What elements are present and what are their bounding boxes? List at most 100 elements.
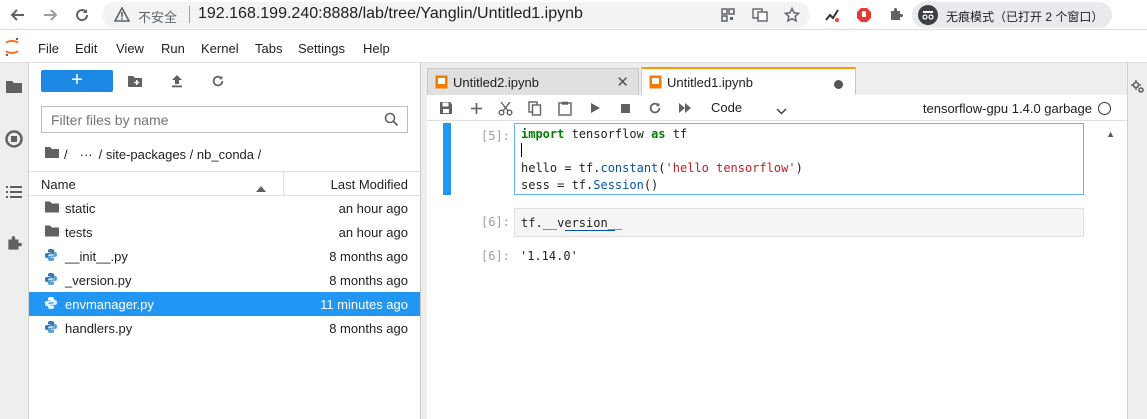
file-row[interactable]: handlers.py 8 months ago <box>29 316 420 340</box>
upload-icon[interactable] <box>168 72 186 90</box>
extension-manager-puzzle-icon[interactable] <box>4 234 24 254</box>
file-row[interactable]: static an hour ago <box>29 196 420 220</box>
running-sessions-icon[interactable] <box>4 129 24 149</box>
bookmark-star-icon[interactable] <box>782 5 802 25</box>
file-name: envmanager.py <box>65 297 154 312</box>
menu-run[interactable]: Run <box>161 41 185 56</box>
cell-input-prompt: [5]: <box>481 129 510 143</box>
copy-icon[interactable] <box>526 99 544 117</box>
jupyter-logo-icon <box>4 37 20 60</box>
back-icon[interactable] <box>6 3 30 27</box>
fast-forward-icon[interactable] <box>676 99 694 117</box>
kernel-name[interactable]: tensorflow-gpu 1.4.0 garbage <box>923 101 1092 116</box>
menu-kernel[interactable]: Kernel <box>201 41 239 56</box>
menu-view[interactable]: View <box>116 41 144 56</box>
text-cursor <box>521 143 522 157</box>
extension-chart-icon[interactable] <box>822 5 842 25</box>
column-divider[interactable] <box>283 172 284 196</box>
tab-untitled2[interactable]: Untitled2.ipynb ✕ <box>427 68 639 95</box>
qr-code-icon[interactable] <box>718 5 738 25</box>
file-name: static <box>65 201 96 216</box>
python-file-icon <box>44 272 60 288</box>
cell-output: '1.14.0' <box>520 249 578 263</box>
translate-icon[interactable] <box>750 5 770 25</box>
file-filter-input[interactable] <box>42 107 362 132</box>
code-token: ( <box>658 161 666 175</box>
code-line: hello = tf.constant('hello tensorflow') <box>521 161 803 175</box>
code-token: tensorflow <box>564 127 652 141</box>
sort-ascending-icon[interactable] <box>256 180 266 195</box>
extensions-puzzle-icon[interactable] <box>886 5 906 25</box>
menu-settings[interactable]: Settings <box>298 41 345 56</box>
tab-label: Untitled2.ipynb <box>453 75 539 90</box>
code-line: sess = tf.Session() <box>521 178 658 192</box>
incognito-label: 无痕模式（已打开 2 个窗口） <box>946 10 1104 24</box>
run-icon[interactable] <box>586 99 604 117</box>
refresh-icon[interactable] <box>209 72 227 90</box>
file-row[interactable]: envmanager.py 11 minutes ago <box>29 292 420 316</box>
left-sidebar <box>0 63 29 419</box>
code-cell-editor[interactable]: import tensorflow as tf hello = tf.consta… <box>514 123 1084 195</box>
extension-adblock-icon[interactable] <box>854 5 874 25</box>
file-row[interactable]: tests an hour ago <box>29 220 420 244</box>
restart-kernel-icon[interactable] <box>646 99 664 117</box>
code-line: tf.__version__ <box>521 216 623 230</box>
file-name: tests <box>65 225 93 240</box>
name-column-header[interactable]: Name <box>41 177 76 192</box>
cut-icon[interactable] <box>496 99 514 117</box>
file-browser-panel: + / ··· / site-packages / nb_conda / Nam… <box>29 63 421 419</box>
new-launcher-button[interactable]: + <box>41 70 113 92</box>
active-cell-indicator <box>443 123 451 195</box>
code-cell-editor[interactable]: tf.__version__ <box>514 208 1084 237</box>
menu-file[interactable]: File <box>38 41 59 56</box>
python-file-icon <box>44 248 60 264</box>
cell-input-prompt: [6]: <box>481 215 510 229</box>
file-row[interactable]: _version.py 8 months ago <box>29 268 420 292</box>
file-name: __init__.py <box>65 249 128 264</box>
reload-icon[interactable] <box>70 3 94 27</box>
cell-type-dropdown[interactable]: Code <box>711 98 795 118</box>
new-folder-icon[interactable] <box>126 72 144 90</box>
forward-icon[interactable] <box>38 3 62 27</box>
notebook-panel: Code tensorflow-gpu 1.4.0 garbage ▲ [5]:… <box>427 95 1127 419</box>
address-bar[interactable]: 不安全 192.168.199.240:8888/lab/tree/Yangli… <box>102 2 810 28</box>
paste-icon[interactable] <box>556 99 574 117</box>
menu-tabs[interactable]: Tabs <box>255 41 282 56</box>
browser-toolbar: 不安全 192.168.199.240:8888/lab/tree/Yangli… <box>0 0 1147 30</box>
folder-icon[interactable] <box>4 77 24 97</box>
insecure-label[interactable]: 不安全 <box>138 7 177 26</box>
unsaved-dot-icon[interactable] <box>834 80 843 89</box>
file-modified: an hour ago <box>338 225 408 240</box>
file-row[interactable]: __init__.py 8 months ago <box>29 244 420 268</box>
incognito-icon <box>918 5 938 25</box>
stop-icon[interactable] <box>616 99 634 117</box>
url-text[interactable]: 192.168.199.240:8888/lab/tree/Yanglin/Un… <box>198 5 583 23</box>
main-dock-area: Untitled2.ipynb ✕ Untitled1.ipynb Code t… <box>421 63 1127 419</box>
code-token: sess = tf. <box>521 178 594 192</box>
add-cell-icon[interactable] <box>467 99 485 117</box>
tab-untitled1[interactable]: Untitled1.ipynb <box>641 67 856 95</box>
breadcrumb-path[interactable]: / site-packages / nb_conda / <box>99 147 262 162</box>
code-token: hello = tf. <box>521 161 601 175</box>
python-file-icon <box>44 320 60 336</box>
folder-icon <box>44 200 60 216</box>
url-separator <box>189 6 190 23</box>
save-icon[interactable] <box>437 99 455 117</box>
file-modified: 8 months ago <box>329 321 408 336</box>
warning-icon[interactable] <box>113 6 131 25</box>
menu-edit[interactable]: Edit <box>75 41 97 56</box>
file-modified: 11 minutes ago <box>320 297 408 312</box>
breadcrumb-home-folder-icon[interactable] <box>44 146 60 162</box>
file-name: _version.py <box>65 273 132 288</box>
scroll-up-icon[interactable]: ▲ <box>1106 129 1115 139</box>
menu-help[interactable]: Help <box>363 41 390 56</box>
breadcrumb-ellipsis[interactable]: ··· <box>80 147 93 162</box>
incognito-indicator[interactable]: 无痕模式（已打开 2 个窗口） <box>912 2 1112 28</box>
property-inspector-gear-icon[interactable] <box>1130 79 1146 98</box>
commands-list-icon[interactable] <box>4 182 24 202</box>
last-modified-column-header[interactable]: Last Modified <box>331 177 408 192</box>
close-icon[interactable]: ✕ <box>616 73 629 91</box>
folder-icon <box>44 224 60 240</box>
file-filter-field[interactable] <box>41 106 408 133</box>
code-token: ) <box>795 161 803 175</box>
